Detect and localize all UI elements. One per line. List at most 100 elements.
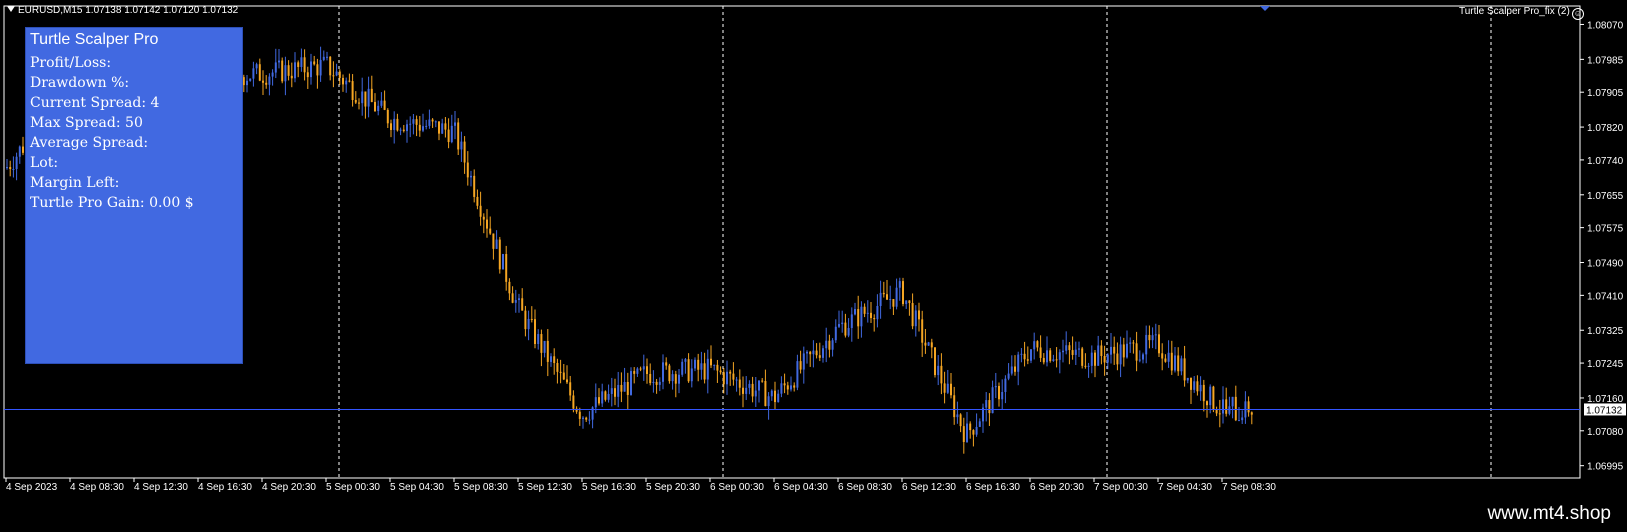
chart-window[interactable]: 1.08070 1.07985 1.07905 1.07820 1.07740 1.076…: [0, 0, 1627, 502]
candle-body: [617, 384, 620, 397]
symbol-header: EURUSD,M15 1.07138 1.07142 1.07120 1.071…: [7, 5, 238, 16]
ohlc-close: 1.07132: [202, 5, 239, 16]
candle-body: [383, 100, 386, 110]
price-tick-label: 1.06995: [1587, 462, 1624, 473]
candle-body: [927, 342, 930, 346]
candle-body: [918, 310, 920, 320]
candle-body: [428, 119, 431, 126]
ohlc-open: 1.07138: [85, 5, 122, 16]
candle-body: [774, 390, 776, 403]
candle-body: [876, 305, 879, 320]
candle-body: [674, 374, 677, 384]
candle-body: [1164, 358, 1167, 362]
candle-body: [678, 374, 680, 384]
candle-body: [1106, 354, 1109, 363]
candle-body: [700, 363, 703, 370]
candle-body: [351, 81, 354, 100]
candle-body: [332, 75, 335, 77]
candle-body: [738, 379, 741, 388]
candle-body: [649, 373, 652, 384]
candle-body: [1142, 354, 1144, 360]
candle-body: [543, 340, 546, 353]
indicator-label[interactable]: Turtle Scalper Pro_fix (2) ☺: [1459, 6, 1584, 20]
price-tick-label: 1.07905: [1587, 88, 1624, 99]
price-tick-label: 1.07655: [1587, 191, 1624, 202]
candle-body: [297, 62, 300, 67]
candle-body: [959, 414, 962, 427]
price-chart[interactable]: 1.08070 1.07985 1.07905 1.07820 1.07740 1.076…: [0, 0, 1627, 502]
candle-body: [1183, 358, 1186, 381]
candle-body: [262, 80, 264, 83]
time-tick-label: 6 Sep 16:30: [966, 482, 1020, 493]
watermark: www.mt4.shop: [1487, 503, 1611, 524]
time-tick-label: 6 Sep 04:30: [774, 482, 828, 493]
candle-body: [1180, 358, 1183, 372]
candle-body: [1247, 401, 1250, 413]
candle-body: [294, 62, 296, 79]
candle-body: [540, 334, 543, 353]
candle-body: [1212, 386, 1215, 410]
candle-body: [838, 324, 840, 327]
panel-row-gain: Turtle Pro Gain: 0.00 $: [30, 195, 194, 211]
candle-body: [796, 361, 799, 388]
candle-body: [735, 379, 738, 381]
candle-body: [524, 310, 527, 330]
candle-body: [729, 371, 732, 374]
candle-body: [671, 374, 674, 382]
candle-body: [1042, 357, 1045, 363]
info-panel: Turtle Scalper Pro Profit/Loss: Drawdown…: [25, 27, 243, 364]
candle-body: [745, 387, 748, 394]
candle-body: [562, 372, 565, 380]
candle-body: [342, 77, 344, 85]
candle-body: [1049, 350, 1052, 361]
candle-body: [921, 319, 924, 343]
candle-body: [1094, 352, 1096, 366]
candle-body: [306, 72, 309, 78]
candle-body: [370, 88, 373, 102]
candle-body: [479, 205, 482, 217]
candle-body: [249, 78, 252, 81]
candle-body: [534, 319, 536, 345]
candle-body: [642, 366, 645, 370]
candle-body: [1026, 359, 1029, 361]
price-tick-label: 1.07740: [1587, 156, 1624, 167]
candle-body: [831, 340, 834, 350]
indicator-name: Turtle Scalper Pro_fix (2): [1459, 6, 1570, 17]
candle-body: [946, 383, 949, 393]
collapse-triangle-icon[interactable]: [7, 6, 15, 12]
candle-body: [252, 68, 255, 79]
candle-body: [892, 299, 895, 307]
price-tick-label: 1.07325: [1587, 326, 1624, 337]
candle-body: [758, 380, 760, 391]
candle-body: [514, 300, 517, 303]
candle-body: [786, 385, 789, 390]
candle-body: [764, 380, 767, 407]
candle-body: [985, 400, 988, 408]
candle-body: [626, 381, 629, 395]
candle-body: [639, 368, 642, 370]
candle-body: [457, 122, 460, 150]
time-tick-label: 7 Sep 00:30: [1094, 482, 1148, 493]
candle-body: [748, 383, 751, 388]
candle-body: [527, 318, 530, 330]
time-tick-label: 4 Sep 2023: [6, 482, 58, 493]
candle-body: [1174, 355, 1176, 371]
candle-body: [6, 167, 8, 169]
candle-body: [486, 219, 488, 229]
candle-body: [326, 56, 328, 58]
candle-body: [1138, 359, 1141, 361]
candle-body: [1238, 420, 1240, 422]
candle-body: [546, 340, 549, 362]
candle-body: [1033, 341, 1036, 350]
candle-body: [623, 381, 626, 392]
candle-body: [802, 353, 805, 370]
candle-body: [898, 281, 901, 288]
candle-body: [1161, 353, 1164, 359]
candle-body: [732, 373, 735, 380]
candle-body: [415, 119, 418, 125]
candle-body: [258, 64, 261, 81]
chart-shift-marker-icon[interactable]: [1260, 6, 1270, 11]
candle-body: [652, 381, 655, 384]
candle-body: [1036, 341, 1039, 348]
candle-body: [636, 368, 639, 374]
